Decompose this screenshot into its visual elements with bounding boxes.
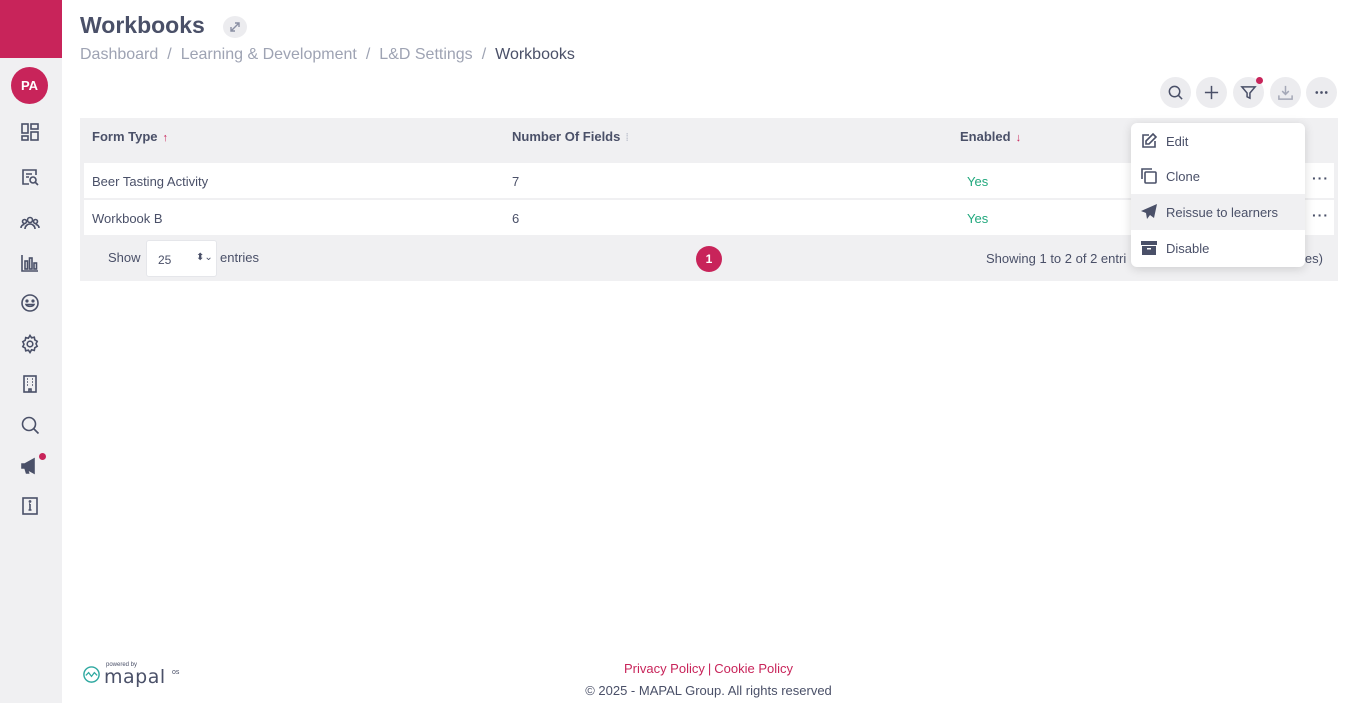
- people-icon[interactable]: [19, 212, 41, 234]
- menu-item-disable[interactable]: Disable: [1131, 230, 1305, 266]
- more-options-button[interactable]: [1306, 77, 1337, 108]
- clone-icon: [1141, 168, 1157, 184]
- more-icon: [1315, 91, 1328, 94]
- breadcrumb-dashboard[interactable]: Dashboard: [80, 46, 158, 63]
- row-actions-menu: Edit Clone Reissue to learners Disable: [1131, 123, 1305, 267]
- info-icon[interactable]: [19, 495, 41, 517]
- cell-number-of-fields: 7: [512, 174, 520, 189]
- smiley-icon[interactable]: [19, 292, 41, 314]
- sort-neutral-icon: ⁞: [625, 132, 630, 144]
- breadcrumb: Dashboard / Learning & Development / L&D Set…: [80, 46, 575, 64]
- row-actions-button[interactable]: ···: [1312, 207, 1329, 223]
- send-icon: [1141, 204, 1157, 219]
- column-header-form-type[interactable]: Form Type ↑: [92, 129, 168, 144]
- add-button[interactable]: [1196, 77, 1227, 108]
- plus-icon: [1204, 85, 1219, 100]
- brand-logo[interactable]: [0, 0, 62, 58]
- megaphone-icon[interactable]: [19, 455, 41, 477]
- page-title: Workbooks: [80, 12, 205, 38]
- privacy-policy-link[interactable]: Privacy Policy: [624, 661, 705, 676]
- breadcrumb-separator: /: [167, 46, 172, 63]
- menu-item-clone[interactable]: Clone: [1131, 158, 1305, 194]
- select-caret-icon: ⬍⌄: [196, 252, 213, 263]
- menu-item-edit[interactable]: Edit: [1131, 123, 1305, 159]
- breadcrumb-learning-development[interactable]: Learning & Development: [181, 46, 357, 63]
- dashboard-icon[interactable]: [19, 121, 41, 143]
- show-label: Show: [108, 250, 141, 265]
- breadcrumb-ld-settings[interactable]: L&D Settings: [379, 46, 472, 63]
- search-icon[interactable]: [19, 414, 41, 436]
- expand-icon: [230, 22, 240, 32]
- edit-icon: [1142, 132, 1158, 148]
- sidebar: PA: [0, 0, 62, 703]
- cell-form-type: Workbook B: [92, 211, 163, 226]
- download-icon: [1278, 85, 1293, 100]
- breadcrumb-separator: /: [481, 46, 487, 63]
- expand-button[interactable]: [223, 16, 247, 38]
- pagination-page-1[interactable]: 1: [696, 246, 722, 272]
- building-icon[interactable]: [19, 373, 41, 395]
- document-search-icon[interactable]: [19, 166, 41, 188]
- footer-divider: |: [707, 661, 712, 676]
- entries-label: entries: [220, 250, 260, 265]
- archive-icon: [1141, 241, 1157, 255]
- sort-asc-icon: ↑: [162, 132, 169, 144]
- avatar[interactable]: PA: [11, 67, 48, 104]
- footer-links: Privacy Policy | Cookie Policy: [0, 661, 1350, 676]
- download-button[interactable]: [1270, 77, 1301, 108]
- showing-info: Showing 1 to 2 of 2 entri: [986, 251, 1127, 266]
- bar-chart-icon[interactable]: [19, 252, 41, 274]
- cell-enabled: Yes: [967, 211, 989, 226]
- cell-number-of-fields: 6: [512, 211, 520, 226]
- showing-info-tail: ies): [1302, 251, 1323, 266]
- cell-enabled: Yes: [967, 174, 989, 189]
- breadcrumb-current: Workbooks: [495, 46, 575, 63]
- search-button[interactable]: [1160, 77, 1191, 108]
- filter-icon: [1240, 86, 1257, 100]
- column-header-number-of-fields[interactable]: Number Of Fields ⁞: [512, 129, 629, 144]
- column-header-enabled[interactable]: Enabled ↓: [960, 129, 1021, 144]
- sort-desc-icon: ↓: [1015, 132, 1022, 144]
- breadcrumb-separator: /: [365, 46, 371, 63]
- page-size-value: 25: [158, 253, 172, 267]
- copyright: © 2025 - MAPAL Group. All rights reserve…: [585, 683, 832, 698]
- menu-item-reissue[interactable]: Reissue to learners: [1131, 194, 1305, 230]
- cell-form-type: Beer Tasting Activity: [92, 174, 209, 189]
- row-actions-button[interactable]: ···: [1312, 170, 1329, 186]
- cookie-policy-link[interactable]: Cookie Policy: [714, 661, 793, 676]
- page-size-select[interactable]: 25 ⬍⌄: [146, 240, 217, 277]
- filter-active-dot: [1256, 77, 1263, 84]
- search-icon: [1168, 85, 1183, 100]
- notification-dot: [39, 453, 46, 460]
- gear-icon[interactable]: [19, 333, 41, 355]
